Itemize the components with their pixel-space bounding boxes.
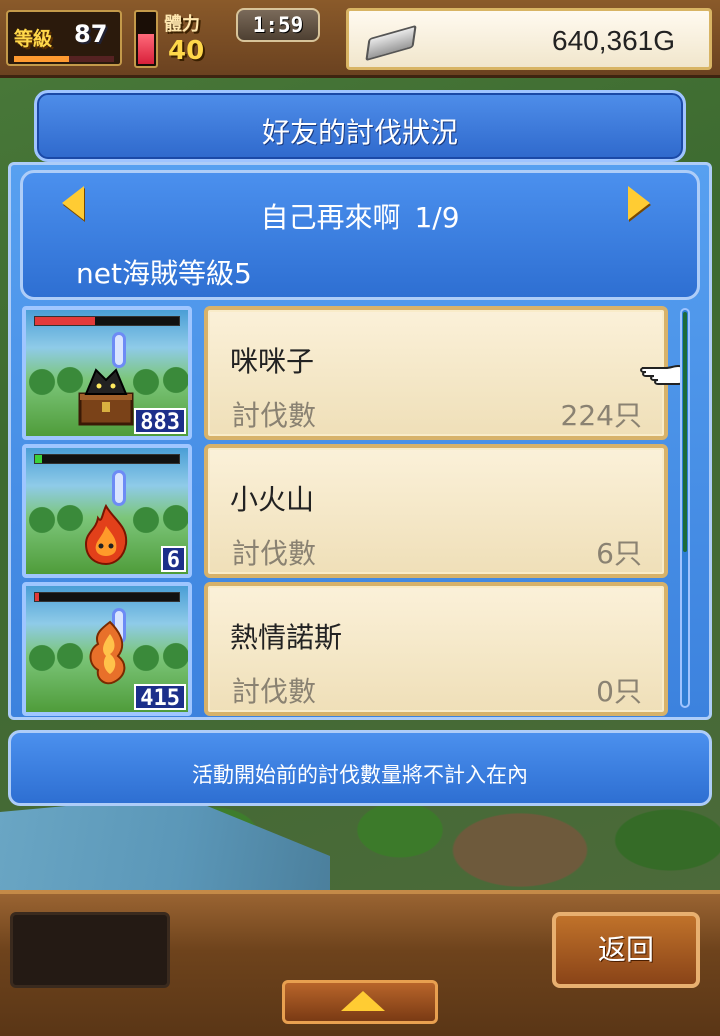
friend-name: 自己再來啊 — [260, 201, 401, 234]
kill-count-label: 討伐數 — [232, 537, 317, 570]
list-item[interactable]: 6 小火山 討伐數 6只 — [22, 444, 674, 578]
level-value: 87 — [74, 20, 108, 48]
monster-name: 熱情諾斯 — [230, 621, 343, 654]
monster-level-badge: 415 — [134, 684, 186, 711]
fire-spirit-icon — [84, 503, 128, 566]
stamina-label: 體力 — [164, 14, 200, 35]
stamina-value: 40 — [168, 36, 205, 66]
monster-card[interactable]: 小火山 討伐數 6只 — [204, 444, 668, 578]
scroll-up-button[interactable] — [282, 980, 438, 1024]
monster-name: 咪咪子 — [230, 345, 315, 378]
arrow-up-icon — [341, 991, 385, 1011]
monster-hp-bar — [34, 316, 180, 326]
list-scrollbar[interactable] — [680, 308, 690, 708]
monster-hp-fill — [35, 593, 40, 601]
blue-tag-icon — [112, 332, 126, 368]
notice-panel: 活動開始前的討伐數量將不計入在內 — [8, 730, 712, 806]
stamina-gauge — [134, 10, 158, 68]
level-box: 等級 87 — [6, 10, 122, 66]
kill-count-value: 0只 — [596, 675, 642, 708]
monster-card[interactable]: 熱情諾斯 討伐數 0只 — [204, 582, 668, 716]
level-label: 等級 — [14, 28, 53, 50]
blue-tag-icon — [112, 470, 126, 506]
monster-hp-fill — [35, 455, 43, 463]
monster-card[interactable]: 咪咪子 討伐數 224只 — [204, 306, 668, 440]
scrollbar-thumb[interactable] — [683, 312, 687, 552]
list-item[interactable]: 415 熱情諾斯 討伐數 0只 — [22, 582, 674, 716]
back-button[interactable]: 返回 — [552, 912, 700, 988]
timer: 1:59 — [236, 8, 320, 42]
dialog-title: 好友的討伐狀況 — [261, 116, 458, 149]
friend-page: 1/9 — [414, 201, 460, 234]
silver-ingot-icon — [365, 24, 417, 62]
dialog-title-panel: 好友的討伐狀況 — [34, 90, 686, 162]
level-exp-bar — [14, 56, 114, 62]
monster-thumbnail: 6 — [22, 444, 192, 578]
status-bar: 等級 87 體力 40 1:59 640,361G — [0, 0, 720, 78]
kill-count-value: 224只 — [560, 399, 642, 432]
level-exp-fill — [14, 56, 69, 62]
monster-thumbnail: 883 — [22, 306, 192, 440]
stamina-fill — [138, 34, 154, 64]
friend-rank: net海賊等級5 — [76, 257, 252, 290]
kill-count-label: 討伐數 — [232, 675, 317, 708]
monster-level-badge: 883 — [134, 408, 186, 435]
money-box: 640,361G — [346, 8, 712, 70]
friend-header: 自己再來啊 1/9 — [0, 196, 720, 236]
kill-count-label: 討伐數 — [232, 399, 317, 432]
notice-text: 活動開始前的討伐數量將不計入在內 — [192, 763, 528, 787]
monster-level-badge: 6 — [160, 546, 186, 573]
monster-hp-fill — [35, 317, 96, 325]
kill-count-value: 6只 — [596, 537, 642, 570]
list-item[interactable]: 883 咪咪子 討伐數 224只 — [22, 306, 674, 440]
empty-slot — [10, 912, 170, 988]
monster-hp-bar — [34, 454, 180, 464]
money-value: 640,361G — [552, 25, 675, 56]
monster-name: 小火山 — [230, 483, 315, 516]
monster-thumbnail: 415 — [22, 582, 192, 716]
